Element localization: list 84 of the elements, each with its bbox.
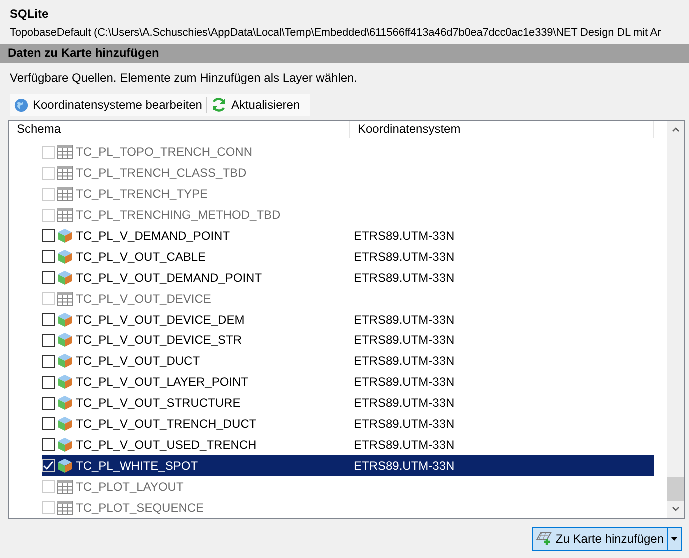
checkbox[interactable] (42, 313, 55, 326)
layer-name: TC_PL_V_OUT_USED_TRENCH (76, 438, 257, 452)
map-add-icon (536, 530, 554, 546)
layer-name: TC_PL_TOPO_TRENCH_CONN (76, 145, 252, 160)
refresh-icon (211, 97, 228, 113)
layer-row[interactable]: TC_PL_V_OUT_TRENCH_DUCT ETRS89.UTM-33N (42, 414, 654, 434)
layer-name: TC_PLOT_SEQUENCE (76, 500, 204, 515)
cube-icon (57, 458, 73, 474)
checkbox[interactable] (42, 417, 55, 430)
layer-name: TC_PL_TRENCH_TYPE (76, 187, 208, 202)
coordinate-system: ETRS89.UTM-33N (354, 312, 455, 327)
layer-name: TC_PL_WHITE_SPOT (76, 458, 198, 473)
layer-name: TC_PL_TRENCHING_METHOD_TBD (76, 208, 281, 222)
scrollbar[interactable] (667, 121, 684, 518)
layer-row[interactable]: TC_PL_V_OUT_DEVICE_STR ETRS89.UTM-33N (42, 330, 654, 351)
caret-icon (671, 536, 678, 540)
table-icon (57, 480, 73, 494)
checkbox[interactable] (42, 250, 55, 264)
globe-icon (14, 98, 29, 112)
table-icon (57, 292, 73, 306)
scroll-up-icon[interactable] (672, 127, 680, 132)
scrollbar-thumb[interactable] (667, 477, 684, 501)
layer-row[interactable]: TC_PL_V_DEMAND_POINT ETRS89.UTM-33N (42, 226, 654, 246)
checkbox[interactable] (42, 396, 55, 410)
cube-icon (57, 395, 73, 412)
layer-name: TC_PL_V_DEMAND_POINT (76, 228, 230, 243)
table-icon (57, 145, 73, 160)
cube-icon (57, 353, 73, 370)
layer-name: TC_PL_V_OUT_DEVICE (76, 292, 212, 306)
section-description: Verfügbare Quellen. Elemente zum Hinzufügen als Layer wählen. (9, 70, 359, 87)
layer-name: TC_PL_V_OUT_CABLE (76, 250, 206, 264)
layer-name: TC_PL_TRENCH_CLASS_TBD (76, 166, 247, 180)
layer-name: TC_PL_V_OUT_DEVICE_DEM (76, 312, 245, 327)
table-icon (57, 500, 73, 515)
table-icon (57, 166, 73, 180)
table-icon (57, 208, 73, 222)
coordinate-system: ETRS89.UTM-33N (354, 458, 455, 473)
checkbox[interactable] (42, 376, 55, 389)
layer-name: TC_PL_V_OUT_LAYER_POINT (76, 375, 249, 390)
cube-icon (57, 332, 73, 348)
checkbox[interactable] (42, 334, 55, 347)
cube-icon (57, 416, 73, 432)
coordinate-system: ETRS89.UTM-33N (354, 438, 455, 452)
layer-name: TC_PL_V_OUT_DEMAND_POINT (76, 270, 262, 285)
coordinate-system: ETRS89.UTM-33N (354, 375, 455, 390)
layer-row[interactable]: TC_PL_V_OUT_DEVICE_DEM ETRS89.UTM-33N (42, 309, 654, 330)
cube-icon (57, 248, 73, 265)
checkbox[interactable] (42, 438, 55, 452)
coordinate-system: ETRS89.UTM-33N (354, 228, 455, 243)
cube-icon (57, 270, 73, 286)
layer-name: TC_PL_V_OUT_DEVICE_STR (76, 333, 242, 348)
layer-name: TC_PL_V_OUT_STRUCTURE (76, 396, 241, 410)
toolbar-button[interactable]: Aktualisieren (207, 94, 304, 116)
cube-icon (57, 228, 73, 244)
cube-icon (57, 312, 73, 328)
layer-row[interactable]: TC_PL_V_OUT_DEMAND_POINT ETRS89.UTM-33N (42, 267, 654, 288)
layer-name: TC_PL_V_OUT_TRENCH_DUCT (76, 416, 257, 431)
coordinate-system: ETRS89.UTM-33N (354, 354, 455, 368)
checkbox[interactable] (42, 229, 55, 242)
cube-icon (57, 374, 73, 390)
layer-row[interactable]: TC_PL_V_OUT_CABLE ETRS89.UTM-33N (42, 246, 654, 268)
layer-row[interactable]: TC_PL_V_OUT_DUCT ETRS89.UTM-33N (42, 350, 654, 372)
layer-name: TC_PL_V_OUT_DUCT (76, 354, 200, 368)
checkbox[interactable] (42, 354, 55, 368)
coordinate-system: ETRS89.UTM-33N (354, 270, 455, 285)
source-path: TopobaseDefault (C:\Users\A.Schuschies\AppData\Local\Temp\Embedded\611566ff413a46d7b0ea7dcc0ac1e339\NET Design DL mit Ar (9, 26, 662, 41)
layer-row[interactable]: TC_PL_V_OUT_USED_TRENCH ETRS89.UTM-33N (42, 434, 654, 456)
layer-row[interactable]: TC_PL_V_OUT_LAYER_POINT ETRS89.UTM-33N (42, 372, 654, 393)
table-icon (57, 187, 73, 202)
coordinate-system: ETRS89.UTM-33N (354, 333, 455, 348)
column-header[interactable]: Schema (9, 121, 350, 138)
scroll-down-icon[interactable] (672, 507, 680, 512)
checkbox[interactable] (42, 271, 55, 284)
source-title: SQLite (9, 6, 50, 23)
toolbar-button[interactable]: Koordinatensysteme bearbeiten (10, 94, 206, 116)
layer-row[interactable]: TC_PL_V_OUT_STRUCTURE ETRS89.UTM-33N (42, 392, 654, 414)
coordinate-system: ETRS89.UTM-33N (354, 416, 455, 431)
section-header: Daten zu Karte hinzufügen (0, 44, 689, 63)
column-header[interactable]: Koordinatensystem (350, 121, 654, 138)
cube-icon (57, 436, 73, 453)
layer-row[interactable]: TC_PL_WHITE_SPOT ETRS89.UTM-33N (42, 455, 654, 476)
layer-name: TC_PLOT_LAYOUT (76, 480, 184, 494)
coordinate-system: ETRS89.UTM-33N (354, 396, 455, 410)
coordinate-system: ETRS89.UTM-33N (354, 250, 455, 264)
